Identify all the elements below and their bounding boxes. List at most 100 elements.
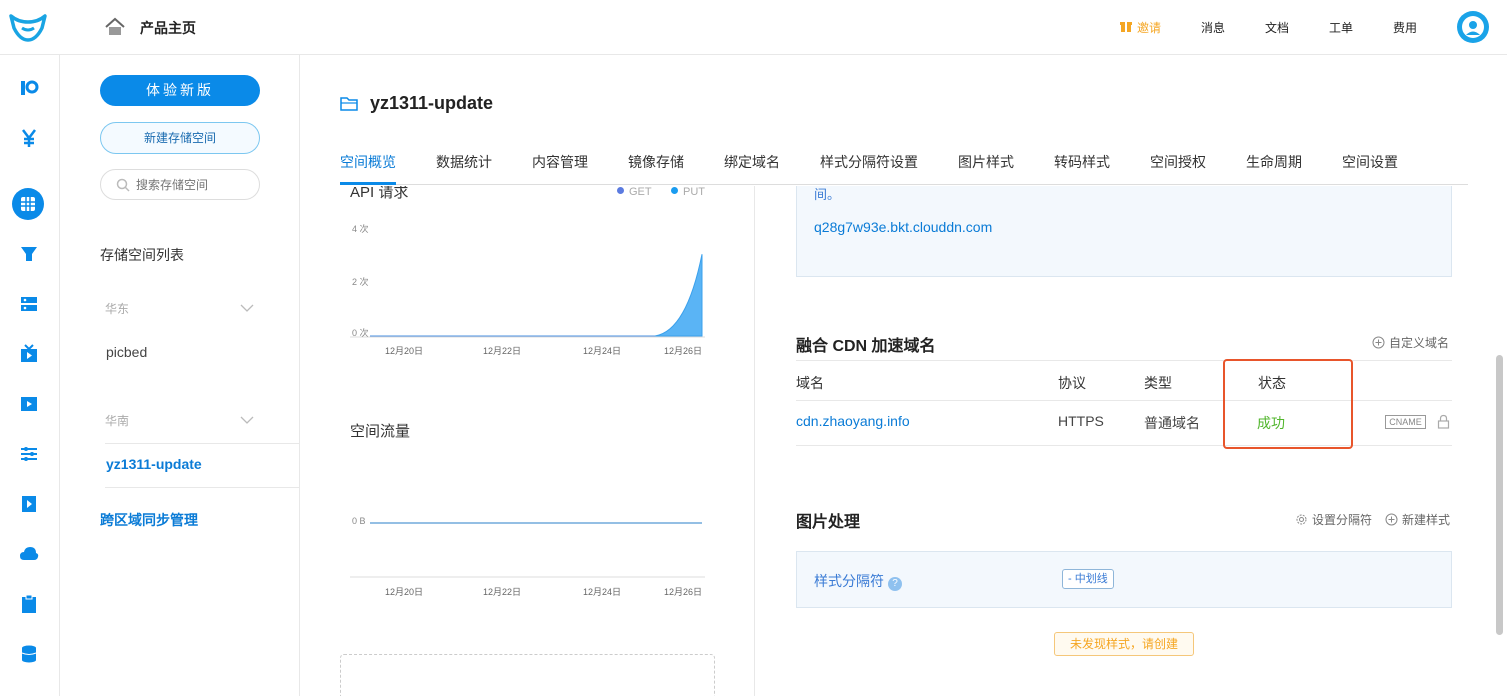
messages-link[interactable]: 消息 <box>1201 19 1225 36</box>
cdn-domain-link[interactable]: cdn.zhaoyang.info <box>796 413 910 429</box>
new-style-button[interactable]: 新建样式 <box>1385 511 1450 528</box>
billing-link[interactable]: 费用 <box>1393 19 1417 36</box>
tickets-link[interactable]: 工单 <box>1329 19 1353 36</box>
kodo-icon[interactable] <box>19 78 39 98</box>
upload-dropzone[interactable] <box>340 654 715 696</box>
col-protocol: 协议 <box>1058 375 1086 391</box>
api-put-area <box>654 254 703 337</box>
divider <box>105 443 300 444</box>
docs-link[interactable]: 文档 <box>1265 19 1289 36</box>
bucket-search[interactable] <box>100 169 260 200</box>
api-xtick-1: 12月22日 <box>483 346 521 356</box>
play-icon[interactable] <box>19 494 39 514</box>
tab-authorization[interactable]: 空间授权 <box>1150 152 1206 172</box>
cdn-type: 普通域名 <box>1144 415 1200 431</box>
live-icon[interactable] <box>19 344 39 364</box>
storage-grid-icon[interactable] <box>12 188 44 220</box>
scrollbar[interactable] <box>1496 355 1503 635</box>
traffic-ytick-0: 0 B <box>352 516 366 526</box>
bucket-item-picbed[interactable]: picbed <box>106 344 147 360</box>
api-xtick-0: 12月20日 <box>385 346 423 356</box>
tab-separator[interactable]: 样式分隔符设置 <box>820 152 918 172</box>
custom-domain-button[interactable]: 自定义域名 <box>1372 334 1449 351</box>
cloud-icon[interactable] <box>19 544 39 564</box>
traffic-xtick-1: 12月22日 <box>483 587 521 597</box>
bucket-item-yz1311-update[interactable]: yz1311-update <box>106 456 202 472</box>
new-bucket-button[interactable]: 新建存储空间 <box>100 122 260 154</box>
bucket-tabs: 空间概览 数据统计 内容管理 镜像存储 绑定域名 样式分隔符设置 图片样式 转码… <box>340 140 1468 185</box>
home-label[interactable]: 产品主页 <box>140 18 196 38</box>
api-ytick-1: 2 次 <box>352 276 369 287</box>
cdn-section-title: 融合 CDN 加速域名 <box>796 338 936 355</box>
tab-statistics[interactable]: 数据统计 <box>436 152 492 172</box>
bucket-search-input[interactable] <box>136 170 251 199</box>
legend-get[interactable]: GET <box>617 186 652 198</box>
bucket-title: yz1311-update <box>370 93 494 113</box>
api-ytick-0: 4 次 <box>352 223 369 234</box>
server-icon[interactable] <box>19 294 39 314</box>
region-south[interactable]: 华南 <box>105 412 129 429</box>
no-style-hint[interactable]: 未发现样式，请创建 <box>1054 632 1194 656</box>
traffic-chart-title: 空间流量 <box>350 423 411 440</box>
plus-circle-icon <box>1385 513 1398 526</box>
chevron-down-icon[interactable] <box>240 303 254 313</box>
invite-link[interactable]: 邀请 <box>1120 19 1162 36</box>
traffic-xtick-2: 12月24日 <box>583 587 621 597</box>
chevron-down-icon[interactable] <box>240 415 254 425</box>
separator-label: 样式分隔符? <box>814 571 902 591</box>
status-highlight-box <box>1223 359 1353 449</box>
cdn-protocol: HTTPS <box>1058 413 1104 429</box>
divider <box>105 487 300 488</box>
charts-column: API 请求 GET PUT 4 次 2 次 0 次 12月20日 12月22日… <box>300 186 755 696</box>
traffic-xtick-3: 12月26日 <box>664 587 702 597</box>
clipboard-icon[interactable] <box>19 594 39 614</box>
qiniu-logo-icon[interactable] <box>8 10 48 44</box>
tab-transcode-style[interactable]: 转码样式 <box>1054 152 1110 172</box>
traffic-chart: 0 B 12月20日 12月22日 12月24日 12月26日 <box>350 516 705 597</box>
traffic-xtick-0: 12月20日 <box>385 587 423 597</box>
api-chart: 4 次 2 次 0 次 12月20日 12月22日 12月24日 12月26日 <box>350 223 705 356</box>
cdn-table-header: 域名 协议 类型 状态 <box>796 360 1452 401</box>
tab-settings[interactable]: 空间设置 <box>1342 152 1398 172</box>
tab-domain[interactable]: 绑定域名 <box>724 152 780 172</box>
bucket-list-title: 存储空间列表 <box>100 247 184 263</box>
legend-put[interactable]: PUT <box>671 186 705 198</box>
region-east[interactable]: 华东 <box>105 300 129 317</box>
home-icon[interactable] <box>104 16 126 38</box>
gift-icon <box>1120 21 1132 32</box>
yuan-icon[interactable] <box>19 128 39 148</box>
try-new-version-button[interactable]: 体验新版 <box>100 75 260 106</box>
test-domain-link[interactable]: q28g7w93e.bkt.clouddn.com <box>814 219 992 235</box>
search-icon <box>116 178 130 192</box>
database-icon[interactable] <box>19 644 39 664</box>
cross-region-sync-link[interactable]: 跨区域同步管理 <box>100 510 198 530</box>
set-separator-button[interactable]: 设置分隔符 <box>1295 511 1372 528</box>
tab-overview[interactable]: 空间概览 <box>340 152 396 172</box>
cname-badge[interactable]: CNAME <box>1385 415 1426 429</box>
table-row: cdn.zhaoyang.info HTTPS 普通域名 成功 CNAME <box>796 401 1452 446</box>
top-bar: 产品主页 邀请 消息 文档 工单 费用 <box>0 0 1507 55</box>
lock-icon[interactable] <box>1437 414 1450 429</box>
api-xtick-3: 12月26日 <box>664 346 702 356</box>
plus-circle-icon <box>1372 336 1385 349</box>
product-rail <box>0 55 60 696</box>
test-domain-box: 间。 q28g7w93e.bkt.clouddn.com <box>796 186 1452 277</box>
tab-content[interactable]: 内容管理 <box>532 152 588 172</box>
avatar[interactable] <box>1457 11 1489 43</box>
tab-mirror[interactable]: 镜像存储 <box>628 152 684 172</box>
bucket-icon <box>340 97 358 111</box>
video-icon[interactable] <box>19 394 39 414</box>
api-chart-title: API 请求 <box>350 186 409 201</box>
sliders-icon[interactable] <box>19 444 39 464</box>
help-icon[interactable]: ? <box>888 577 902 591</box>
gear-icon <box>1296 514 1307 525</box>
col-domain: 域名 <box>796 375 824 391</box>
separator-box: 样式分隔符? - 中划线 <box>796 551 1452 608</box>
separator-tag: - 中划线 <box>1062 569 1114 589</box>
tab-lifecycle[interactable]: 生命周期 <box>1246 152 1302 172</box>
api-ytick-2: 0 次 <box>352 327 369 338</box>
tab-image-style[interactable]: 图片样式 <box>958 152 1014 172</box>
user-icon <box>1462 16 1484 38</box>
invite-label: 邀请 <box>1137 21 1162 35</box>
cdn-icon[interactable] <box>19 244 39 264</box>
